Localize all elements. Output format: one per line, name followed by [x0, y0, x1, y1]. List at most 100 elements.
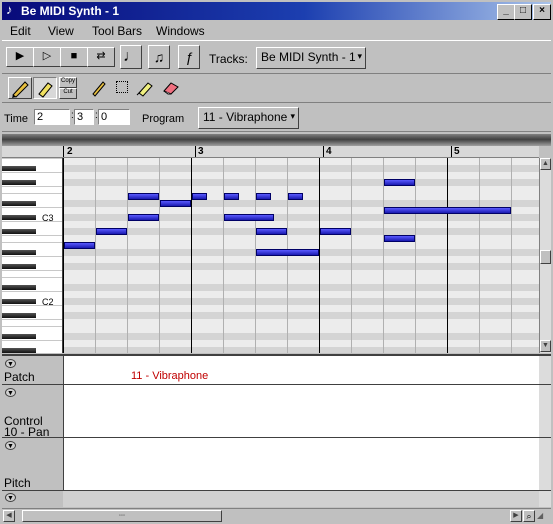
scroll-up-icon[interactable]: ▲: [540, 158, 551, 170]
pitch-lane[interactable]: [63, 438, 539, 490]
midi-note[interactable]: [256, 193, 271, 200]
time-ruler[interactable]: 2 3 4 5: [63, 146, 539, 158]
patch-event[interactable]: 11 - Vibraphone: [131, 370, 208, 382]
stop-button[interactable]: ■: [60, 47, 88, 67]
pencil-tool-icon[interactable]: [8, 77, 32, 99]
control-lane[interactable]: [63, 385, 539, 437]
highlighter-tool-icon[interactable]: [33, 77, 57, 99]
midi-note[interactable]: [224, 193, 239, 200]
add-lane-icon[interactable]: ▼: [5, 493, 16, 502]
midi-note[interactable]: [96, 228, 127, 235]
beat-line: [383, 158, 384, 353]
black-key[interactable]: [2, 215, 36, 220]
black-key[interactable]: [2, 334, 36, 339]
time-beat-field[interactable]: 3: [74, 109, 94, 125]
time-tick-field[interactable]: 0: [98, 109, 130, 125]
black-key[interactable]: [2, 180, 36, 185]
midi-note[interactable]: [384, 235, 415, 242]
tracks-select[interactable]: Be MIDI Synth - 1 ▾: [256, 47, 366, 69]
copy-button[interactable]: Copy: [59, 77, 77, 88]
zoom-icon[interactable]: ⌕: [523, 510, 535, 522]
lower-scroll[interactable]: [539, 491, 551, 507]
splitter[interactable]: [2, 134, 551, 146]
pitch-lane-header: ▼ Pitch: [2, 438, 63, 490]
midi-note[interactable]: [192, 193, 207, 200]
bar-line: [63, 158, 64, 353]
grid-row: [63, 242, 539, 249]
collapse-control-icon[interactable]: ▼: [5, 388, 16, 397]
pitch-lane-scroll[interactable]: [539, 438, 551, 490]
tracks-select-value: Be MIDI Synth - 1: [261, 50, 356, 64]
piano-roll-grid[interactable]: [63, 158, 539, 353]
grid-row: [63, 305, 539, 312]
black-key[interactable]: [2, 250, 36, 255]
resize-grip-icon[interactable]: ◢: [537, 511, 549, 521]
program-select[interactable]: 11 - Vibraphone ▾: [198, 107, 299, 129]
midi-note[interactable]: [384, 179, 415, 186]
control-lane-scroll[interactable]: [539, 385, 551, 437]
menu-edit[interactable]: Edit: [10, 24, 31, 38]
grid-row: [63, 235, 539, 242]
white-key-border: [2, 326, 62, 327]
midi-note[interactable]: [160, 200, 191, 207]
ruler-bar-line: [195, 146, 196, 157]
add-lane-header: ▼: [2, 491, 63, 507]
select-tool-icon[interactable]: [116, 81, 128, 93]
black-key[interactable]: [2, 201, 36, 206]
loop-button[interactable]: ⇄: [87, 47, 115, 67]
play-from-start-button[interactable]: ▷: [33, 47, 61, 67]
menu-view[interactable]: View: [48, 24, 74, 38]
beat-line: [511, 158, 512, 353]
midi-note[interactable]: [384, 207, 511, 214]
black-key[interactable]: [2, 229, 36, 234]
black-key[interactable]: [2, 348, 36, 353]
black-key[interactable]: [2, 299, 36, 304]
eraser-tool-icon[interactable]: [162, 80, 180, 96]
vertical-scroll-thumb[interactable]: [540, 250, 551, 264]
beat-line: [95, 158, 96, 353]
grid-row: [63, 291, 539, 298]
horizontal-scroll-thumb[interactable]: ▫▫▫: [22, 510, 222, 522]
play-button[interactable]: ▶: [6, 47, 34, 67]
ruler-mark-2: 2: [67, 146, 73, 157]
function-button[interactable]: ƒ: [178, 45, 200, 69]
grid-row: [63, 333, 539, 340]
midi-note[interactable]: [256, 249, 319, 256]
beat-line: [415, 158, 416, 353]
midi-note[interactable]: [320, 228, 351, 235]
vertical-scrollbar[interactable]: ▲ ▼: [539, 158, 551, 353]
black-key[interactable]: [2, 313, 36, 318]
close-button[interactable]: ×: [533, 4, 551, 20]
minimize-button[interactable]: _: [497, 4, 515, 20]
horizontal-scrollbar[interactable]: ◀ ▫▫▫ ▶ ⌕ ◢: [2, 508, 551, 522]
collapse-pitch-icon[interactable]: ▼: [5, 441, 16, 450]
maximize-button[interactable]: □: [514, 4, 532, 20]
black-key[interactable]: [2, 285, 36, 290]
patch-lane-scroll[interactable]: [539, 356, 551, 384]
midi-note[interactable]: [128, 193, 159, 200]
menu-tool-bars[interactable]: Tool Bars: [92, 24, 142, 38]
patch-lane-header: ▼ Patch: [2, 356, 63, 384]
midi-note[interactable]: [224, 214, 275, 221]
midi-note[interactable]: [128, 214, 159, 221]
midi-note[interactable]: [256, 228, 287, 235]
scroll-left-icon[interactable]: ◀: [3, 510, 15, 522]
marker-tool-icon[interactable]: [136, 79, 156, 97]
draw-tool-icon[interactable]: [90, 79, 108, 97]
cut-button[interactable]: Cut: [59, 88, 77, 99]
scroll-right-icon[interactable]: ▶: [510, 510, 522, 522]
piano-keyboard[interactable]: C3 C2: [2, 158, 63, 353]
black-key[interactable]: [2, 166, 36, 171]
scroll-down-icon[interactable]: ▼: [540, 340, 551, 352]
notes-button[interactable]: ♫: [148, 45, 170, 69]
patch-lane-label: Patch: [4, 370, 35, 384]
midi-note[interactable]: [64, 242, 95, 249]
black-key[interactable]: [2, 264, 36, 269]
menu-windows[interactable]: Windows: [156, 24, 205, 38]
collapse-patch-icon[interactable]: ▼: [5, 359, 16, 368]
midi-note[interactable]: [288, 193, 303, 200]
grid-row: [63, 200, 539, 207]
patch-lane[interactable]: 11 - Vibraphone: [63, 356, 539, 384]
metronome-button[interactable]: ♩: [120, 45, 142, 69]
time-bar-field[interactable]: 2: [34, 109, 70, 125]
